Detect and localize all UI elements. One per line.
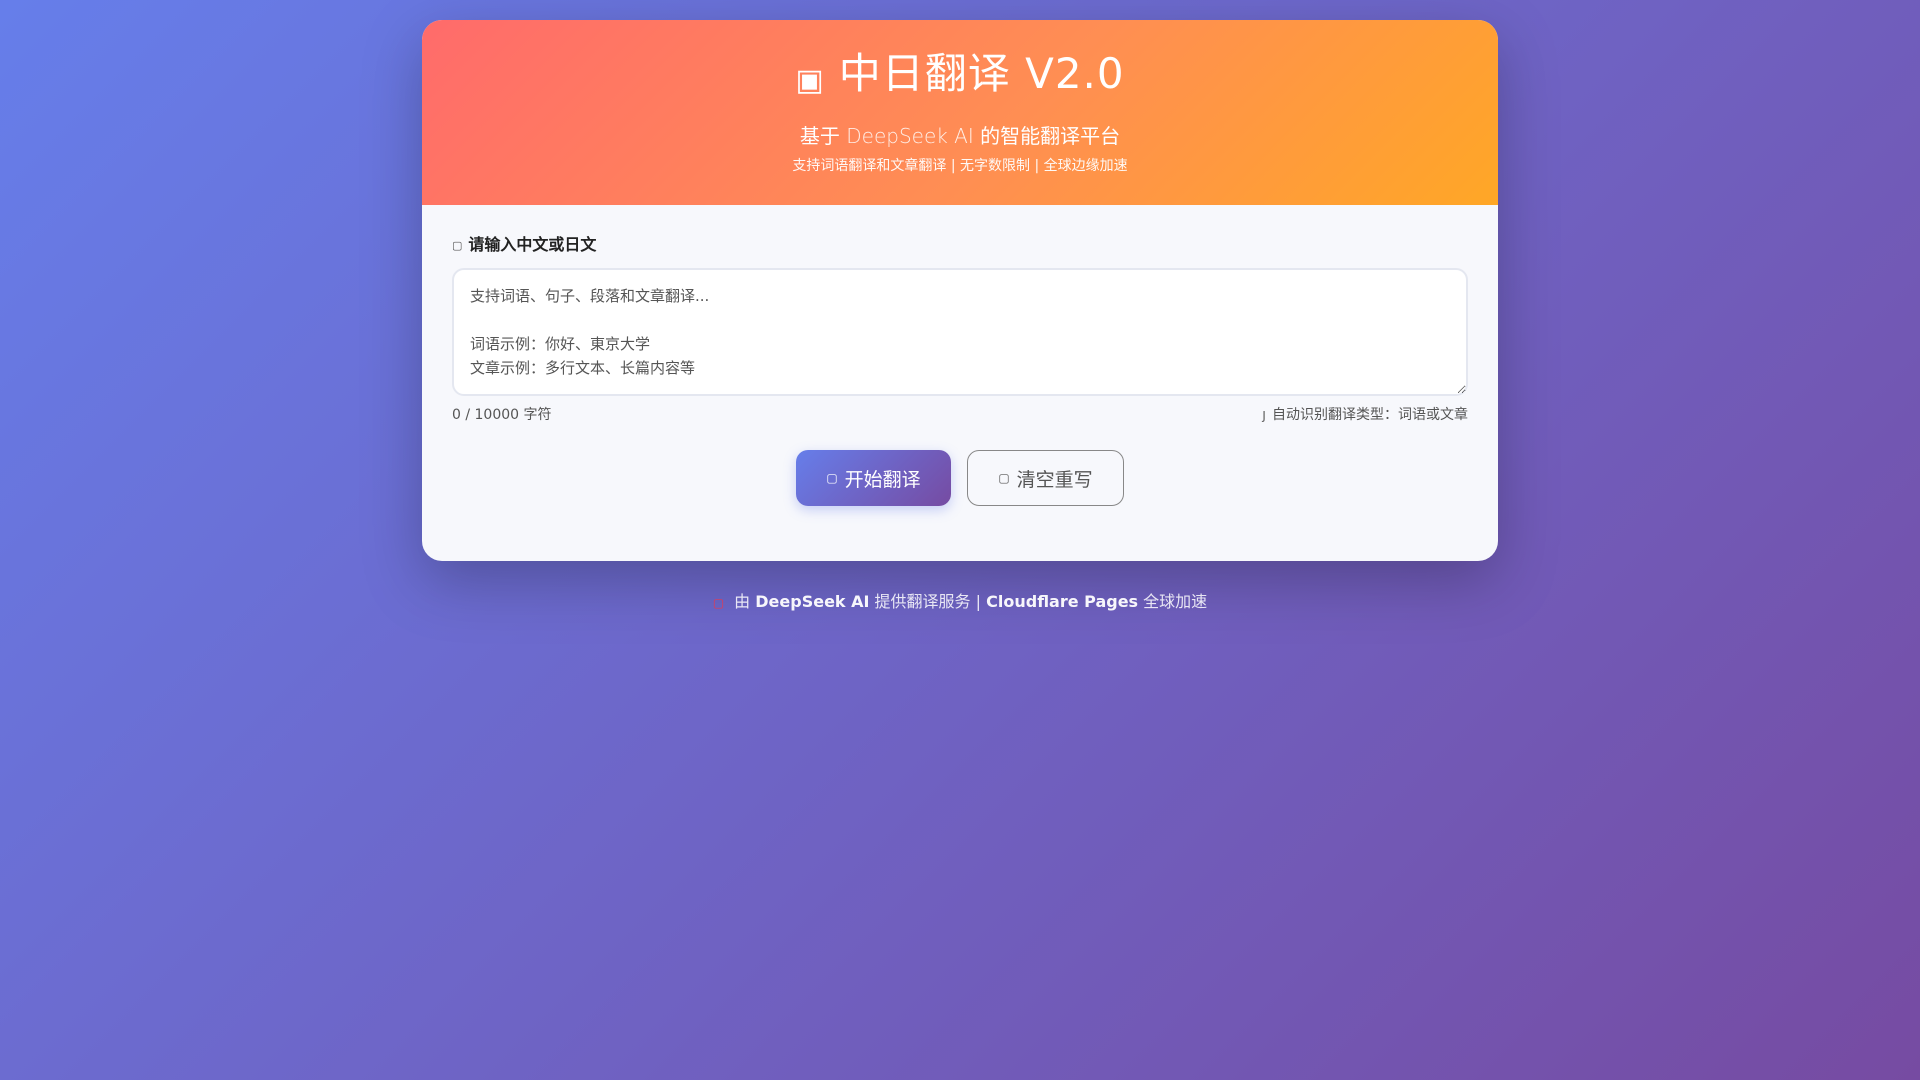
translate-button-label: 开始翻译 <box>844 468 921 491</box>
translate-button[interactable]: ▢ 开始翻译 <box>796 450 951 506</box>
input-label: ▢ 请输入中文或日文 <box>452 235 1468 256</box>
hint-text: 自动识别翻译类型：词语或文章 <box>1272 407 1468 423</box>
feature-list: 支持词语翻译和文章翻译 | 无字数限制 | 全球边缘加速 <box>792 158 1128 174</box>
footer-brand-deepseek: DeepSeek AI <box>755 592 870 611</box>
rocket-icon: ▢ <box>826 471 838 485</box>
subtitle-prefix: 基于 <box>799 124 847 148</box>
input-label-text: 请输入中文或日文 <box>468 235 597 254</box>
footer-suffix: 全球加速 <box>1138 592 1208 611</box>
pen-icon: ▢ <box>452 239 463 252</box>
page-title: ▣ 中日翻译 V2.0 <box>422 48 1498 107</box>
header: ▣ 中日翻译 V2.0 基于 DeepSeek AI 的智能翻译平台 支持词语翻译… <box>422 20 1498 205</box>
translate-icon: ▣ <box>795 63 825 98</box>
footer-middle: 提供翻译服务 | <box>869 592 987 611</box>
translator-card: ▣ 中日翻译 V2.0 基于 DeepSeek AI 的智能翻译平台 支持词语翻译… <box>422 20 1498 561</box>
footer: ▢ 由 DeepSeek AI 提供翻译服务 | Cloudflare Pages… <box>0 592 1920 613</box>
trash-icon: ▢ <box>998 471 1010 485</box>
footer-brand-cloudflare: Cloudflare Pages <box>986 592 1139 611</box>
char-counter: 0 / 10000 字符 <box>452 407 552 423</box>
clear-button-label: 清空重写 <box>1016 468 1093 491</box>
auto-detect-hint: ȷ 自动识别翻译类型：词语或文章 <box>1262 406 1468 424</box>
footer-prefix: 由 <box>734 592 756 611</box>
subtitle-suffix: 的智能翻译平台 <box>973 124 1121 148</box>
title-text: 中日翻译 V2.0 <box>838 49 1125 98</box>
heart-icon: ▢ <box>712 596 725 610</box>
lightbulb-icon: ȷ <box>1262 407 1266 423</box>
subtitle: 基于 DeepSeek AI 的智能翻译平台 <box>422 123 1498 149</box>
action-bar: ▢ 开始翻译 ▢ 清空重写 <box>452 450 1468 506</box>
source-text-input[interactable] <box>452 268 1468 396</box>
clear-button[interactable]: ▢ 清空重写 <box>967 450 1124 506</box>
main-content: ▢ 请输入中文或日文 0 / 10000 字符 ȷ 自动识别翻译类型：词语或文章 ▢… <box>422 205 1498 506</box>
input-meta: 0 / 10000 字符 ȷ 自动识别翻译类型：词语或文章 <box>452 406 1468 424</box>
subtitle-brand: DeepSeek AI <box>846 124 974 148</box>
